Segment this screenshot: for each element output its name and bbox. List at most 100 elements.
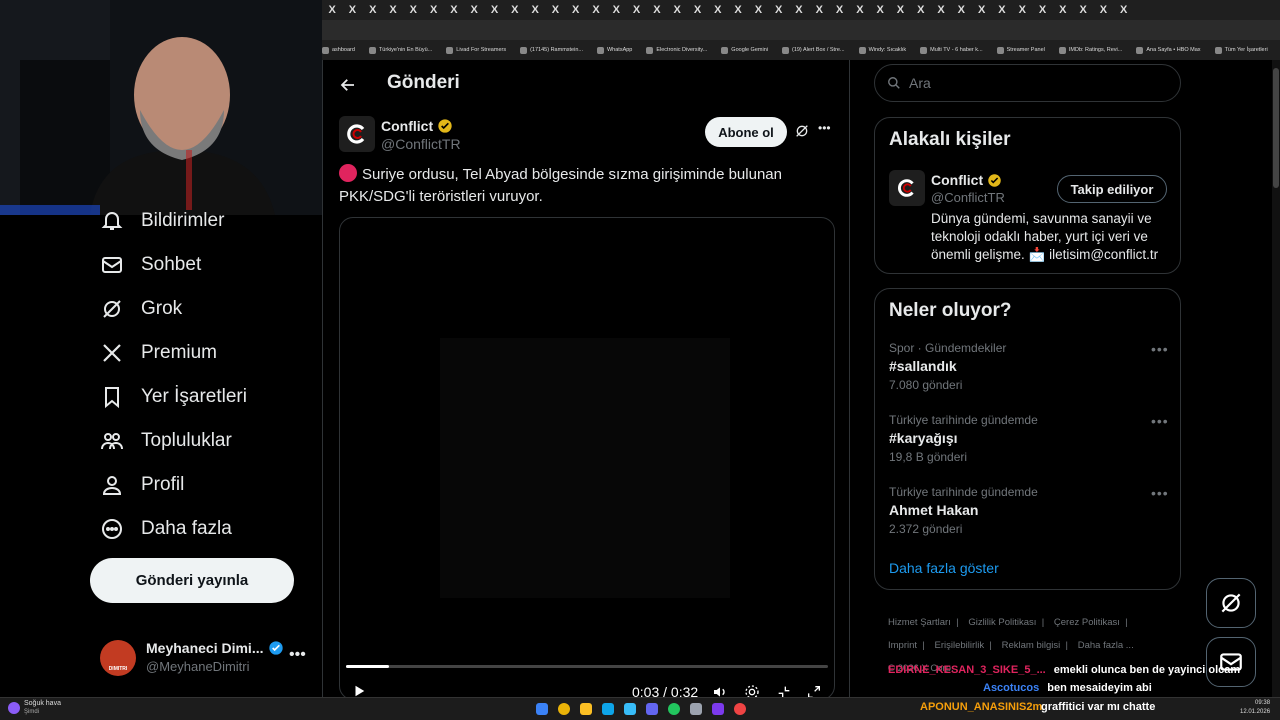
bookmark-item[interactable]: Google Gemini (721, 46, 768, 54)
browser-tab[interactable]: X (748, 0, 768, 20)
app-icon[interactable] (602, 703, 614, 715)
related-name-row[interactable]: Conflict (931, 172, 1002, 188)
browser-tab[interactable]: X (789, 0, 809, 20)
footer-link-ads[interactable]: Reklam bilgisi (1002, 640, 1061, 651)
browser-tab[interactable]: X (972, 0, 992, 20)
browser-tab[interactable]: X (647, 0, 667, 20)
post-author-avatar[interactable] (339, 116, 375, 152)
browser-tab[interactable]: X (586, 0, 606, 20)
play-icon[interactable] (352, 684, 366, 698)
browser-tab[interactable]: X (545, 0, 565, 20)
browser-tab[interactable]: X (1114, 0, 1134, 20)
bookmark-item[interactable]: (17145) Rammstein... (520, 46, 583, 54)
browser-tab[interactable]: X (464, 0, 484, 20)
footer-link-privacy[interactable]: Gizlilik Politikası (968, 617, 1036, 628)
browser-tab[interactable]: X (870, 0, 890, 20)
browser-tab[interactable]: X (606, 0, 626, 20)
show-more-link[interactable]: Daha fazla göster (889, 560, 999, 576)
nav-item-premium[interactable]: Premium (100, 338, 217, 368)
bookmark-item[interactable]: (19) Alert Box / Stre... (781, 46, 845, 54)
footer-link-more[interactable]: Daha fazla ... (1078, 640, 1134, 651)
browser-tab[interactable]: X (890, 0, 910, 20)
footer-link-accessibility[interactable]: Erişilebilirlik (935, 640, 985, 651)
footer-link-terms[interactable]: Hizmet Şartları (888, 617, 951, 628)
app-icon[interactable] (712, 703, 724, 715)
chrome-icon[interactable] (558, 703, 570, 715)
browser-tab[interactable]: X (809, 0, 829, 20)
browser-tab[interactable]: X (444, 0, 464, 20)
grok-explain-icon[interactable] (794, 123, 810, 139)
bookmark-item[interactable]: Ana Sayfa • HBO Max (1136, 46, 1201, 54)
browser-tab[interactable]: X (626, 0, 646, 20)
browser-tab[interactable]: X (931, 0, 951, 20)
trend-item[interactable]: Türkiye tarihinde gündemde Ahmet Hakan 2… (889, 485, 1038, 536)
scrollbar-thumb[interactable] (1273, 68, 1279, 188)
browser-tab[interactable]: X (566, 0, 586, 20)
post-more-icon[interactable]: ••• (818, 121, 831, 135)
start-icon[interactable] (536, 703, 548, 715)
browser-tab[interactable]: X (951, 0, 971, 20)
grok-floating-button[interactable] (1206, 578, 1256, 628)
browser-tab[interactable]: X (383, 0, 403, 20)
browser-tab[interactable]: X (850, 0, 870, 20)
subscribe-button[interactable]: Abone ol (705, 117, 787, 147)
browser-tab[interactable]: X (728, 0, 748, 20)
trend-item[interactable]: Spor · Gündemdekiler #sallandık 7.080 gö… (889, 341, 1006, 392)
footer-link-imprint[interactable]: Imprint (888, 640, 917, 651)
bookmark-item[interactable]: Livad For Streamers (446, 46, 506, 54)
browser-tab[interactable]: X (708, 0, 728, 20)
search-input[interactable]: Ara (874, 64, 1181, 102)
app-icon[interactable] (690, 703, 702, 715)
browser-tab[interactable]: X (505, 0, 525, 20)
discord-icon[interactable] (646, 703, 658, 715)
nav-item-chat[interactable]: Sohbet (100, 250, 201, 280)
browser-tab[interactable]: X (423, 0, 443, 20)
post-button[interactable]: Gönderi yayınla (90, 558, 294, 603)
trend-more-icon[interactable]: ••• (1151, 413, 1169, 429)
page-scrollbar[interactable] (1272, 60, 1280, 697)
bookmark-item[interactable]: Multi TV - 6 haber k... (920, 46, 983, 54)
clock[interactable]: 09:38 12.01.2026 (1240, 699, 1270, 717)
trend-more-icon[interactable]: ••• (1151, 485, 1169, 501)
post-author-row[interactable]: Conflict (381, 118, 453, 134)
browser-tab[interactable]: X (1093, 0, 1113, 20)
account-menu-icon[interactable]: ••• (289, 646, 306, 664)
nav-item-more[interactable]: Daha fazla (100, 514, 232, 544)
weather-text[interactable]: Soğuk hava (24, 700, 61, 707)
video-progress-track[interactable] (346, 665, 828, 668)
footer-link-cookies[interactable]: Çerez Politikası (1054, 617, 1120, 628)
browser-tab[interactable]: X (1053, 0, 1073, 20)
browser-tab[interactable]: X (403, 0, 423, 20)
browser-tab[interactable]: X (1032, 0, 1052, 20)
nav-item-grok[interactable]: Grok (100, 294, 182, 324)
browser-tab[interactable]: X (525, 0, 545, 20)
browser-address-bar[interactable] (322, 20, 1280, 40)
browser-tab[interactable]: X (363, 0, 383, 20)
browser-tab[interactable]: X (829, 0, 849, 20)
app-icon[interactable] (734, 703, 746, 715)
browser-tab[interactable]: X (992, 0, 1012, 20)
bookmark-item[interactable]: Windy: Sıcaklık (858, 46, 906, 54)
account-name-row[interactable]: Meyhaneci Dimi... (146, 640, 284, 656)
browser-tab[interactable]: X (769, 0, 789, 20)
browser-tab[interactable]: X (322, 0, 342, 20)
browser-tab[interactable]: X (911, 0, 931, 20)
spotify-icon[interactable] (668, 703, 680, 715)
nav-item-notifications[interactable]: Bildirimler (100, 206, 224, 236)
bookmark-item[interactable]: ashboard (322, 46, 355, 54)
bookmark-item[interactable]: IMDb: Ratings, Revi... (1058, 46, 1122, 54)
nav-item-profile[interactable]: Profil (100, 470, 184, 500)
avatar[interactable]: DIMITRI (100, 640, 136, 676)
following-button[interactable]: Takip ediliyor (1057, 175, 1167, 203)
back-arrow-icon[interactable] (339, 76, 357, 94)
bookmark-item[interactable]: WhatsApp (596, 46, 632, 54)
browser-tab[interactable]: X (1073, 0, 1093, 20)
related-avatar[interactable] (889, 170, 925, 206)
telegram-icon[interactable] (624, 703, 636, 715)
bookmark-item[interactable]: Streamer Panel (996, 46, 1045, 54)
bookmark-item[interactable]: Electronic Diversity... (646, 46, 707, 54)
trend-more-icon[interactable]: ••• (1151, 341, 1169, 357)
browser-tab[interactable]: X (667, 0, 687, 20)
browser-tab[interactable]: X (1012, 0, 1032, 20)
browser-tab[interactable]: X (687, 0, 707, 20)
